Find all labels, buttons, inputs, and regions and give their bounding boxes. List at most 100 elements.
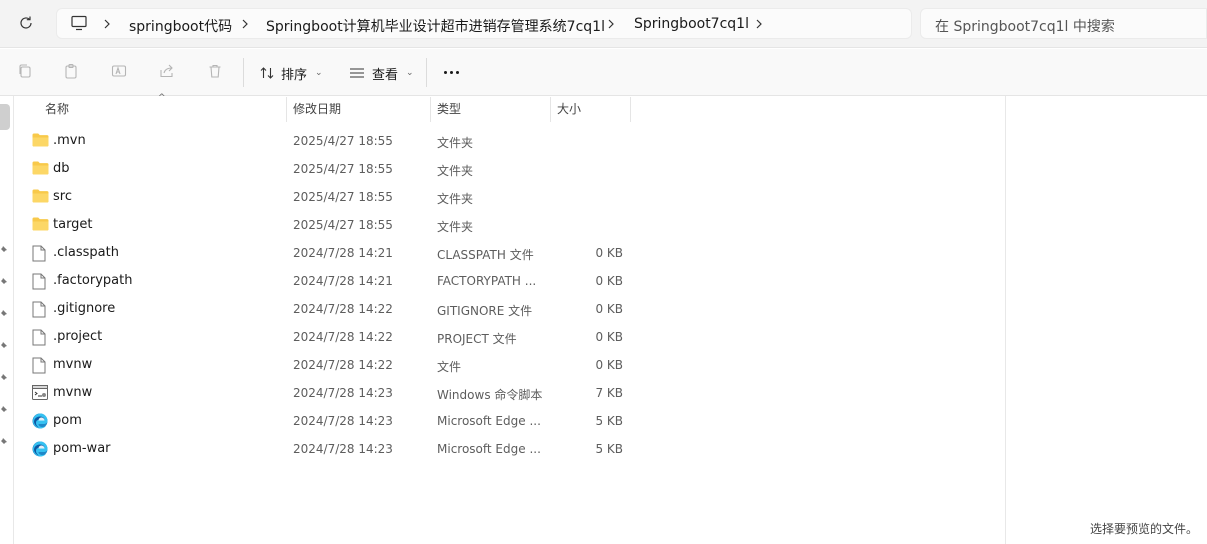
file-type: 文件夹 [437,220,474,234]
file-row[interactable]: .classpath 2024/7/28 14:21 CLASSPATH 文件 0 K… [15,239,1005,267]
file-icon [32,357,49,374]
column-header-type[interactable]: 类型 [437,100,461,117]
file-icon [32,329,49,346]
column-header-date[interactable]: 修改日期 [293,100,341,117]
file-size: 0 KB [595,358,623,372]
folder-icon [32,217,49,233]
edge-icon [32,413,49,429]
file-type: Microsoft Edge ... [437,414,541,428]
column-header-size[interactable]: 大小 [557,100,581,117]
rename-icon[interactable] [111,63,129,81]
file-row[interactable]: .project 2024/7/28 14:22 PROJECT 文件 0 KB [15,323,1005,351]
breadcrumb-chevron-icon[interactable] [753,16,765,32]
breadcrumb-current-folder[interactable]: Springboot7cq1l [634,16,749,32]
file-name: db [53,161,70,176]
file-date: 2024/7/28 14:23 [293,386,393,400]
file-date: 2024/7/28 14:23 [293,442,393,456]
pin-icon[interactable] [0,402,10,412]
address-bar[interactable]: springboot代码 Springboot计算机毕业设计超市进销存管理系统7… [56,8,912,39]
file-row[interactable]: db 2025/4/27 18:55 文件夹 [15,155,1005,183]
more-options-icon[interactable] [440,63,462,81]
file-row[interactable]: mvnw 2024/7/28 14:23 Windows 命令脚本 7 KB [15,379,1005,407]
file-type: 文件夹 [437,136,474,150]
this-pc-icon[interactable] [70,15,88,31]
file-name: src [53,189,72,204]
breadcrumb-chevron-icon[interactable] [605,16,617,32]
edge-icon [32,441,49,457]
sort-label: 排序 [281,67,308,83]
file-date: 2025/4/27 18:55 [293,190,393,204]
file-row[interactable]: pom 2024/7/28 14:23 Microsoft Edge ... 5 KB [15,407,1005,435]
file-name: .classpath [53,245,119,260]
file-row[interactable]: .gitignore 2024/7/28 14:22 GITIGNORE 文件 0 K… [15,295,1005,323]
file-size: 0 KB [595,274,623,288]
preview-pane-divider[interactable] [1005,96,1006,544]
search-input[interactable]: 在 Springboot7cq1l 中搜索 [920,8,1207,39]
column-divider[interactable] [630,97,631,122]
file-date: 2024/7/28 14:22 [293,302,393,316]
file-type: Microsoft Edge ... [437,442,541,456]
file-date: 2024/7/28 14:22 [293,330,393,344]
file-type: 文件 [437,360,462,374]
toolbar-divider [243,58,244,87]
view-icon [350,68,364,78]
file-row[interactable]: .factorypath 2024/7/28 14:21 FACTORYPATH .… [15,267,1005,295]
file-icon [32,301,49,318]
refresh-icon[interactable] [14,11,38,35]
file-date: 2025/4/27 18:55 [293,162,393,176]
sort-ascending-icon: ^ [158,93,166,103]
file-name: .mvn [53,133,86,148]
breadcrumb-springboot-code[interactable]: springboot代码 [129,16,232,36]
file-name: .project [53,329,103,344]
file-size: 7 KB [595,386,623,400]
column-divider[interactable] [286,97,287,122]
breadcrumb-chevron-icon[interactable] [239,16,251,32]
folder-icon [32,133,49,149]
share-icon[interactable] [159,63,177,81]
pin-icon[interactable] [0,274,10,284]
paste-icon[interactable] [63,63,81,81]
file-name: target [53,217,93,232]
file-name: .factorypath [53,273,133,288]
pin-icon[interactable] [0,434,10,444]
preview-empty-text: 选择要预览的文件。 [1090,522,1199,536]
file-name: pom-war [53,441,111,456]
file-type: 文件夹 [437,192,474,206]
file-type: Windows 命令脚本 [437,388,543,402]
file-name: mvnw [53,385,93,400]
column-header-name[interactable]: 名称 [45,100,69,117]
file-row[interactable]: .mvn 2025/4/27 18:55 文件夹 [15,127,1005,155]
file-size: 0 KB [595,246,623,260]
chevron-down-icon: ⌄ [406,68,414,78]
address-bar-area: springboot代码 Springboot计算机毕业设计超市进销存管理系统7… [0,0,1207,48]
file-size: 5 KB [595,414,623,428]
folder-icon [32,161,49,177]
pin-icon[interactable] [0,242,10,252]
file-type: FACTORYPATH ... [437,274,537,288]
pin-icon[interactable] [0,338,10,348]
copy-icon[interactable] [17,63,35,81]
file-row[interactable]: mvnw 2024/7/28 14:22 文件 0 KB [15,351,1005,379]
file-size: 0 KB [595,330,623,344]
view-button[interactable]: 查看 ⌄ [348,61,414,85]
breadcrumb-project-folder[interactable]: Springboot计算机毕业设计超市进销存管理系统7cq1l [266,16,605,36]
delete-icon[interactable] [207,63,225,81]
column-divider[interactable] [430,97,431,122]
sort-button[interactable]: 排序 ⌄ [259,61,323,85]
column-divider[interactable] [550,97,551,122]
file-date: 2024/7/28 14:21 [293,246,393,260]
file-row[interactable]: src 2025/4/27 18:55 文件夹 [15,183,1005,211]
chevron-down-icon: ⌄ [315,68,323,78]
pin-icon[interactable] [0,306,10,316]
pin-icon[interactable] [0,370,10,380]
file-date: 2025/4/27 18:55 [293,218,393,232]
file-name: .gitignore [53,301,116,316]
navigation-scrollbar[interactable] [0,104,10,130]
script-icon [32,385,49,401]
breadcrumb-chevron-icon[interactable] [101,16,113,32]
file-row[interactable]: target 2025/4/27 18:55 文件夹 [15,211,1005,239]
file-row[interactable]: pom-war 2024/7/28 14:23 Microsoft Edge ...… [15,435,1005,463]
file-date: 2025/4/27 18:55 [293,134,393,148]
navigation-pane [0,96,14,544]
file-size: 5 KB [595,442,623,456]
